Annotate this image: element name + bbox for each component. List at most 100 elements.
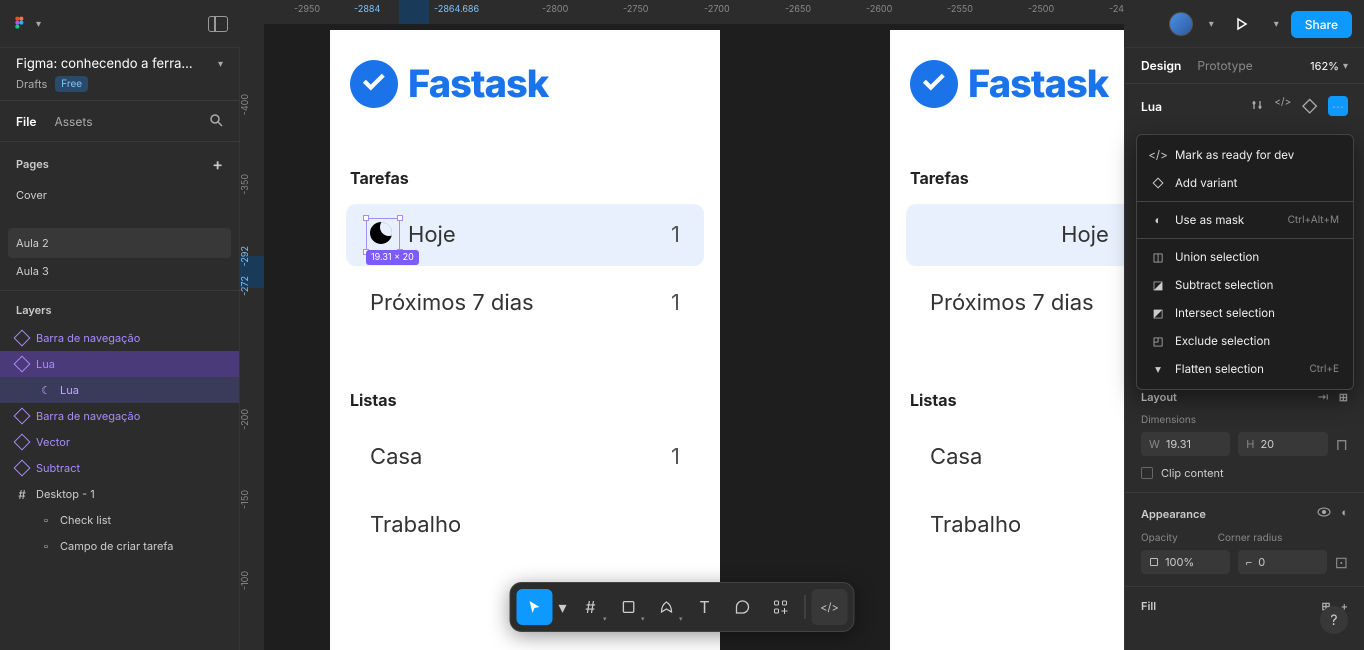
moon-icon <box>370 222 392 244</box>
canvas[interactable]: -2950 -2884 -2864.686 -2800 -2750 -2700 … <box>240 0 1124 650</box>
component-icon <box>14 330 31 347</box>
layer-item[interactable]: ▫ Campo de criar tarefa <box>0 533 239 559</box>
layer-item[interactable]: Barra de navegação <box>0 325 239 351</box>
actions-tool[interactable] <box>763 589 799 625</box>
tab-design[interactable]: Design <box>1141 58 1181 73</box>
more-button[interactable]: ⋯ <box>1328 96 1348 116</box>
height-field[interactable]: H20 <box>1238 432 1327 456</box>
layer-label: Vector <box>36 435 70 449</box>
corner-field[interactable]: ⌐0 <box>1238 550 1327 574</box>
menu-item-mark-ready[interactable]: </> Mark as ready for dev <box>1137 141 1353 169</box>
comment-tool[interactable] <box>725 589 761 625</box>
layer-item[interactable]: # Desktop - 1 <box>0 481 239 507</box>
dev-mode-tool[interactable]: </> <box>812 589 848 625</box>
move-tool[interactable] <box>517 589 553 625</box>
settings-icon[interactable] <box>1250 96 1264 116</box>
page-item[interactable]: Aula 3 <box>0 258 239 284</box>
frame-tool[interactable]: #▾ <box>573 589 609 625</box>
list-label: Casa <box>370 444 422 470</box>
task-item[interactable]: 19.31 × 20 Hoje 1 <box>346 204 704 266</box>
task-item[interactable]: Próximos 7 dias 1 <box>346 272 704 334</box>
task-item[interactable]: Hoje <box>906 204 1124 266</box>
ruler-tick: -200 <box>240 409 264 430</box>
code-icon[interactable]: </> <box>1274 96 1291 116</box>
visibility-icon[interactable] <box>1317 505 1331 522</box>
tab-prototype[interactable]: Prototype <box>1197 58 1252 73</box>
layer-item[interactable]: Barra de navegação <box>0 403 239 429</box>
add-page-icon[interactable]: + <box>212 154 223 174</box>
menu-item-subtract[interactable]: ◪ Subtract selection <box>1137 271 1353 299</box>
text-tool[interactable]: T <box>687 589 723 625</box>
component-icon <box>14 408 31 425</box>
union-icon: ◫ <box>1151 250 1165 264</box>
brand-name: Fastask <box>408 61 548 107</box>
list-item[interactable]: Trabalho <box>906 494 1124 556</box>
artboard[interactable]: Fastask Tarefas 19.31 × 20 Hoje 1 Próxim… <box>330 30 720 650</box>
list-item[interactable]: Casa <box>906 426 1124 488</box>
auto-layout-icon[interactable]: ⇥ <box>1317 390 1328 404</box>
shape-tool[interactable]: ▢▾ <box>611 589 647 625</box>
instance-icon: ▫ <box>40 514 52 526</box>
layer-item[interactable]: Subtract <box>0 455 239 481</box>
list-item[interactable]: Casa 1 <box>346 426 704 488</box>
present-button[interactable] <box>1226 8 1258 40</box>
ruler-horizontal[interactable]: -2950 -2884 -2864.686 -2800 -2750 -2700 … <box>264 0 1124 24</box>
share-button[interactable]: Share <box>1291 11 1352 38</box>
list-count: 1 <box>671 444 680 470</box>
avatar[interactable] <box>1169 12 1193 36</box>
figma-menu[interactable]: ▾ <box>12 16 41 32</box>
help-button[interactable]: ? <box>1320 606 1348 634</box>
independent-corners-icon[interactable]: ⊡ <box>1335 550 1348 574</box>
drafts-label[interactable]: Drafts <box>16 77 47 91</box>
pen-tool[interactable]: ▾ <box>649 589 685 625</box>
search-icon[interactable] <box>209 111 223 131</box>
layer-item[interactable]: Vector <box>0 429 239 455</box>
auto-layout-add-icon[interactable]: ⊞ <box>1339 390 1348 404</box>
menu-item-union[interactable]: ◫ Union selection <box>1137 243 1353 271</box>
zoom-level[interactable]: 162%▾ <box>1310 59 1348 73</box>
menu-item-use-mask[interactable]: ◐ Use as mask Ctrl+Alt+M <box>1137 206 1353 234</box>
free-badge[interactable]: Free <box>55 76 88 92</box>
tool-chevron[interactable]: ▾ <box>555 589 571 625</box>
width-field[interactable]: W19.31 <box>1141 432 1230 456</box>
component-icon[interactable]: ◇ <box>1301 96 1318 116</box>
blend-icon[interactable]: ◐ <box>1341 505 1348 522</box>
opacity-field[interactable]: ▢100% <box>1141 550 1230 574</box>
page-item[interactable]: Cover <box>0 182 239 208</box>
moon-selection[interactable]: 19.31 × 20 <box>370 222 396 248</box>
menu-item-flatten[interactable]: ▾ Flatten selection Ctrl+E <box>1137 355 1353 383</box>
layer-item[interactable]: ▫ Check list <box>0 507 239 533</box>
subtract-icon: ◪ <box>1151 278 1165 292</box>
file-title[interactable]: Figma: conhecendo a ferra... <box>16 56 193 72</box>
menu-label: Add variant <box>1175 176 1237 190</box>
ruler-vertical[interactable]: -400 -350 -292 -272 -200 -150 -100 <box>240 24 264 650</box>
menu-item-exclude[interactable]: ◰ Exclude selection <box>1137 327 1353 355</box>
variant-icon: ◇ <box>1151 176 1165 190</box>
clip-content-checkbox[interactable] <box>1141 467 1153 479</box>
artboard[interactable]: Fastask Tarefas Hoje Próximos 7 dias Lis… <box>890 30 1124 650</box>
menu-item-add-variant[interactable]: ◇ Add variant <box>1137 169 1353 197</box>
instance-icon: ▫ <box>40 540 52 552</box>
menu-item-intersect[interactable]: ◩ Intersect selection <box>1137 299 1353 327</box>
task-item[interactable]: Próximos 7 dias <box>906 272 1124 334</box>
ruler-tick: -2750 <box>623 4 648 15</box>
chevron-down-icon[interactable]: ▾ <box>1209 18 1214 30</box>
layer-label: Check list <box>60 513 111 527</box>
page-item[interactable]: Aula 2 <box>8 228 231 258</box>
chevron-down-icon[interactable]: ▾ <box>1274 18 1279 30</box>
tab-assets[interactable]: Assets <box>54 114 92 129</box>
list-item[interactable]: Trabalho <box>346 494 704 556</box>
ruler-tick: -2864.686 <box>434 4 479 15</box>
dimensions-label: Dimensions <box>1141 414 1348 426</box>
chevron-down-icon[interactable]: ▾ <box>218 58 223 70</box>
tab-file[interactable]: File <box>16 114 36 129</box>
opacity-label: Opacity <box>1141 532 1178 544</box>
menu-label: Intersect selection <box>1175 306 1275 320</box>
layer-item[interactable]: Lua <box>0 351 239 377</box>
ruler-tick: -350 <box>240 174 264 195</box>
constrain-icon[interactable]: ⊓ <box>1336 432 1348 456</box>
menu-label: Use as mask <box>1175 213 1244 227</box>
layer-item[interactable]: ☾ Lua <box>0 377 239 403</box>
exclude-icon: ◰ <box>1151 334 1165 348</box>
panel-toggle-icon[interactable] <box>208 16 228 32</box>
